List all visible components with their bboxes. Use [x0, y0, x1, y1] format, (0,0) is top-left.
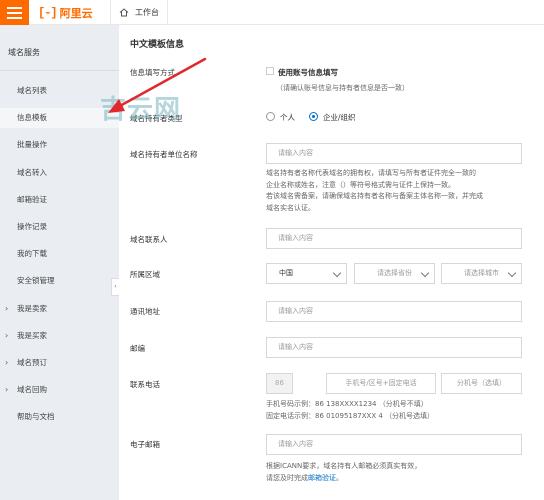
annotation-arrow: [108, 57, 207, 113]
